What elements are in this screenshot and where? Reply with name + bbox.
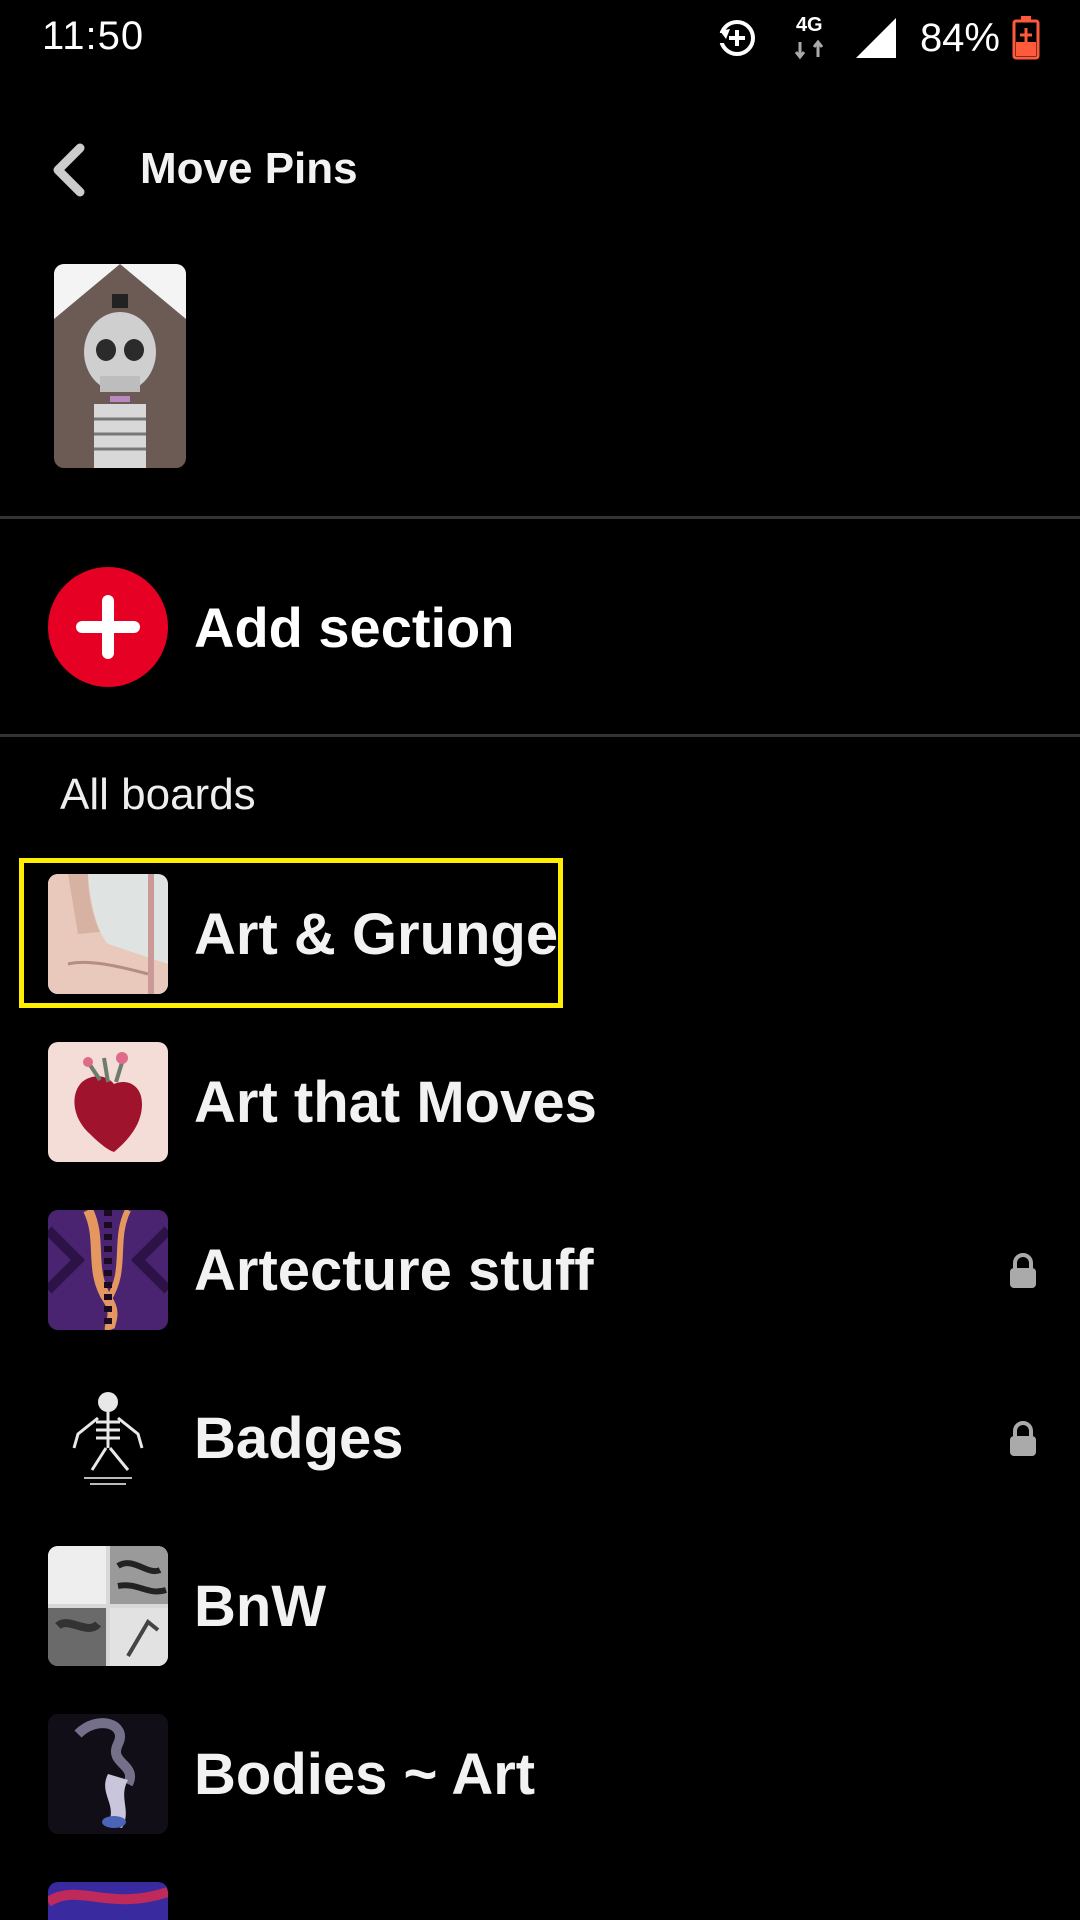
board-row-bodies-art[interactable]: Bodies ~ Art <box>48 1714 1038 1834</box>
board-name: Artecture stuff <box>194 1237 594 1303</box>
board-thumbnail <box>48 1378 168 1498</box>
board-row-partial[interactable] <box>48 1882 1038 1920</box>
status-bar: 11:50 4G 84% <box>0 0 1080 76</box>
status-time: 11:50 <box>42 14 145 58</box>
board-name: Bodies ~ Art <box>194 1741 536 1807</box>
board-row-artecture-stuff[interactable]: Artecture stuff <box>48 1210 1038 1330</box>
smoke-figure-image <box>48 1714 168 1834</box>
skeleton-sketch-image <box>48 1378 168 1498</box>
board-name: Art that Moves <box>194 1069 597 1135</box>
board-row-art-that-moves[interactable]: Art that Moves <box>48 1042 1038 1162</box>
all-boards-header: All boards <box>60 770 256 819</box>
board-thumbnail <box>48 1714 168 1834</box>
network-4g-icon: 4G <box>788 14 834 60</box>
heart-image <box>48 1042 168 1162</box>
battery-charging-icon <box>1012 16 1040 60</box>
purple-pattern-image <box>48 1210 168 1330</box>
pin-thumbnail <box>54 264 186 468</box>
app-header: Move Pins <box>0 120 1080 220</box>
divider <box>0 516 1080 519</box>
board-row-bnw[interactable]: BnW <box>48 1546 1038 1666</box>
status-icons: 4G 84% <box>716 14 1040 62</box>
board-thumbnail <box>48 1210 168 1330</box>
board-name: BnW <box>194 1573 327 1639</box>
lock-icon <box>1010 1421 1036 1456</box>
page-title: Move Pins <box>140 144 358 193</box>
board-thumbnail <box>48 1546 168 1666</box>
signal-icon <box>855 18 896 58</box>
divider <box>0 734 1080 737</box>
add-section-button[interactable]: Add section <box>48 566 748 688</box>
partial-board-image <box>48 1882 168 1920</box>
bw-collage-image <box>48 1546 168 1666</box>
board-thumbnail <box>48 1042 168 1162</box>
skeleton-mural-image <box>54 264 186 468</box>
lock-icon <box>1010 1253 1036 1288</box>
add-section-label: Add section <box>194 595 515 659</box>
battery-percent: 84% <box>919 15 1000 60</box>
board-thumbnail <box>48 1882 168 1920</box>
board-name: Badges <box>194 1405 404 1471</box>
plus-icon <box>48 567 168 687</box>
chevron-left-icon <box>53 143 85 197</box>
board-row-badges[interactable]: Badges <box>48 1378 1038 1498</box>
selection-highlight <box>19 858 563 1008</box>
network-label: 4G <box>795 14 823 36</box>
sync-icon <box>718 20 755 56</box>
back-button[interactable] <box>40 136 96 204</box>
